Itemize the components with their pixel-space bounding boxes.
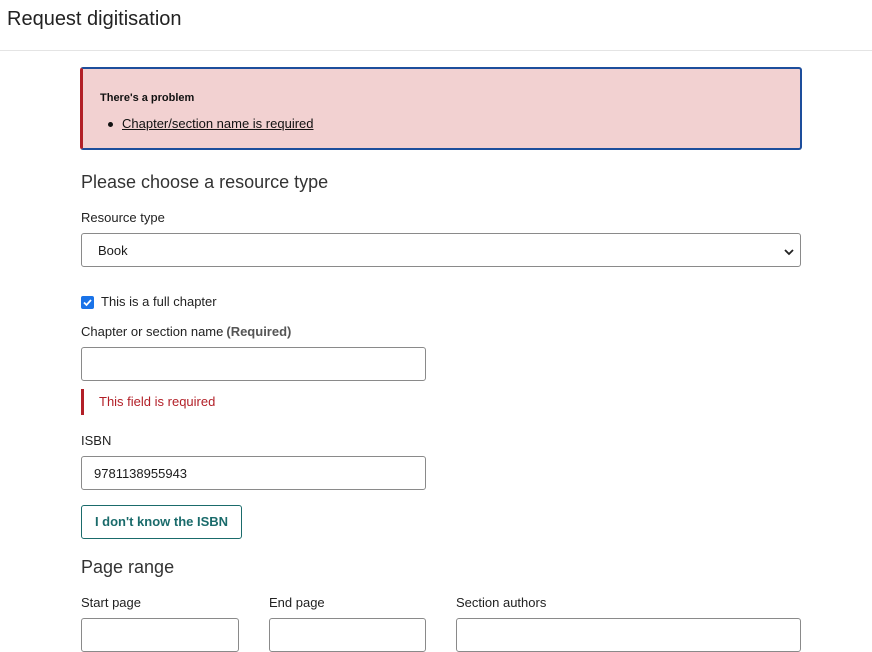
error-summary: There's a problem Chapter/section name i…	[80, 67, 802, 150]
full-chapter-label[interactable]: This is a full chapter	[101, 294, 217, 309]
isbn-label: ISBN	[81, 433, 112, 448]
resource-type-label: Resource type	[81, 210, 165, 225]
resource-type-value: Book	[98, 243, 128, 258]
error-link-chapter-name[interactable]: Chapter/section name is required	[122, 116, 314, 131]
page-range-heading: Page range	[81, 557, 175, 577]
full-chapter-checkbox[interactable]	[81, 296, 94, 309]
error-summary-title: There's a problem	[100, 92, 195, 104]
isbn-value: 9781138955943	[94, 466, 188, 481]
isbn-input[interactable]: 9781138955943	[81, 456, 426, 490]
resource-type-select[interactable]: Book	[81, 233, 801, 267]
required-tag: (Required)	[226, 324, 292, 339]
page-header: Request digitisation	[0, 0, 872, 51]
chevron-down-icon	[784, 245, 794, 256]
chapter-name-input[interactable]	[81, 347, 426, 381]
chapter-name-label-text: Chapter or section name	[81, 324, 224, 339]
page-title: Request digitisation	[7, 8, 182, 30]
unknown-isbn-button[interactable]: I don't know the ISBN	[81, 505, 242, 539]
section-authors-label: Section authors	[456, 595, 547, 610]
chapter-name-label: Chapter or section name (Required)	[81, 324, 291, 339]
start-page-label: Start page	[81, 595, 141, 610]
end-page-label: End page	[269, 595, 325, 610]
error-summary-list: Chapter/section name is required	[108, 116, 314, 131]
chapter-name-error: This field is required	[81, 389, 215, 415]
checkmark-icon	[83, 299, 92, 307]
error-summary-item: Chapter/section name is required	[108, 116, 314, 131]
resource-type-heading: Please choose a resource type	[81, 172, 329, 192]
